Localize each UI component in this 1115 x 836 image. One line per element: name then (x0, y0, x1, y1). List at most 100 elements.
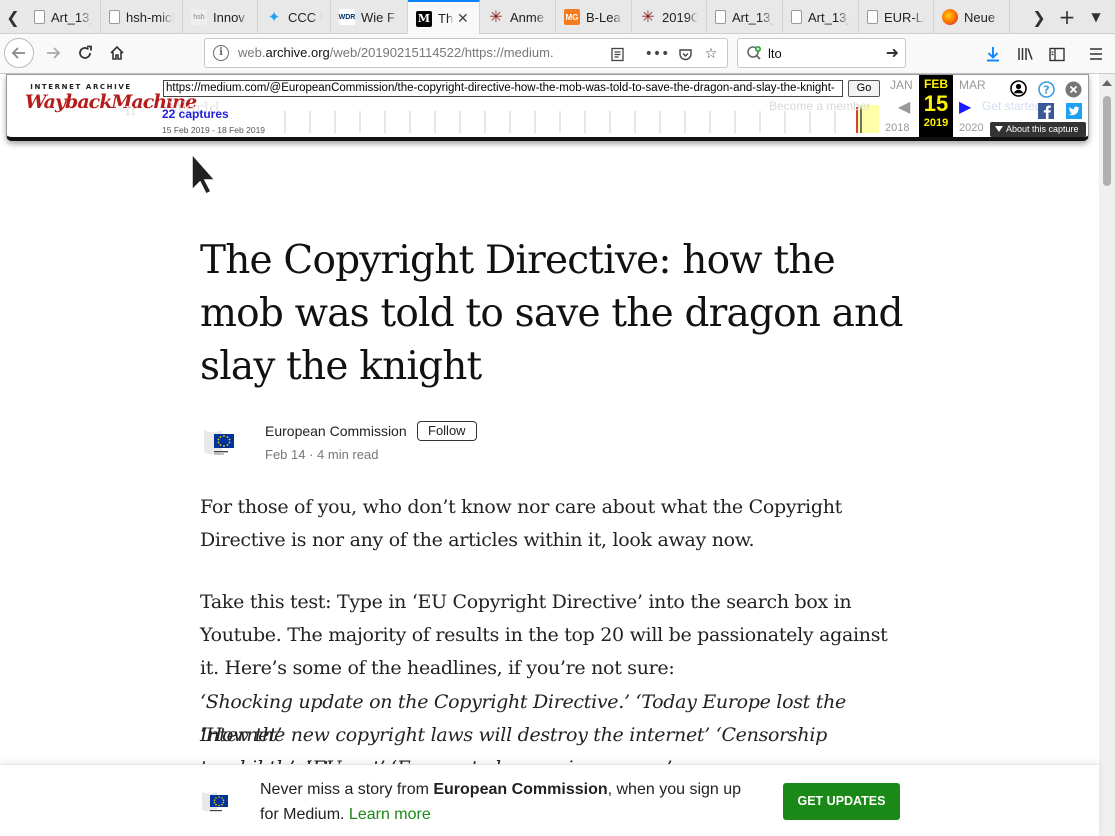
page-actions-icon[interactable]: ••• (645, 42, 670, 66)
browser-tab[interactable]: WDR Wie F (331, 0, 408, 34)
document-icon (791, 10, 802, 24)
author-name-link[interactable]: European Commission (265, 423, 407, 439)
help-icon[interactable]: ? (1038, 81, 1055, 98)
pocket-icon[interactable] (673, 42, 697, 66)
browser-tab[interactable]: M Th ✕ (408, 0, 480, 35)
browser-tab[interactable]: ✦ CCC U (258, 0, 331, 34)
scrollbar-thumb[interactable] (1103, 96, 1111, 186)
wayback-capture-range: 15 Feb 2019 - 18 Feb 2019 (162, 125, 266, 135)
article-meta: Feb 14 · 4 min read (265, 447, 379, 462)
site-info-icon[interactable]: i (213, 45, 229, 61)
facebook-icon[interactable] (1038, 103, 1054, 119)
new-tab-icon[interactable]: + (1056, 0, 1078, 34)
library-icon[interactable] (1013, 42, 1037, 66)
browser-tab[interactable]: MG B-Lea (556, 0, 632, 34)
banner-msg-bold: European Commission (433, 781, 608, 798)
browser-tab[interactable]: Art_13_ur (26, 0, 101, 34)
medium-icon: M (416, 10, 432, 27)
get-updates-button[interactable]: GET UPDATES (783, 783, 900, 820)
wayback-url-input[interactable]: https://medium.com/@EuropeanCommission/t… (163, 80, 843, 97)
wayback-prev-arrow-icon[interactable]: ◀ (898, 97, 910, 116)
wayback-cur-day: 15 (923, 91, 949, 116)
tab-title: Wie F (361, 9, 395, 25)
browser-tab[interactable]: ✳ 2019C (632, 0, 707, 34)
document-icon (34, 10, 45, 24)
wayback-current-capture: FEB 15 2019 (919, 75, 953, 137)
news-icon: hsh (191, 9, 207, 25)
ghost-get-started: Get started (982, 99, 1042, 113)
reload-button[interactable] (70, 38, 100, 68)
tab-title: B-Lea (586, 9, 621, 25)
home-button[interactable] (102, 38, 132, 68)
forward-arrow-icon (47, 47, 61, 59)
ghost-text-left: n (125, 100, 136, 120)
address-bar[interactable]: i web.archive.org/web/20190215114522/htt… (204, 38, 728, 68)
article-title: The Copyright Directive: how the mob was… (200, 238, 903, 389)
downloads-icon[interactable] (981, 42, 1005, 66)
wdr-icon: WDR (339, 9, 355, 25)
tab-title: CCC U (288, 9, 322, 25)
wayback-next-month[interactable]: MAR (959, 78, 986, 92)
wayback-next-arrow-icon[interactable]: ▶ (959, 97, 971, 116)
tab-title: Anme (510, 9, 544, 25)
user-icon[interactable] (1010, 80, 1027, 97)
search-go-arrow-icon[interactable]: ➜ (886, 43, 899, 62)
article-paragraph-1: For those of you, who don’t know nor car… (200, 496, 842, 551)
wayback-prev-month[interactable]: JAN (890, 78, 913, 92)
tab-title: Innov (213, 9, 245, 25)
wayback-prev-year[interactable]: 2018 (885, 122, 909, 134)
tab-title: EUR-Lex (884, 9, 925, 25)
browser-tab[interactable]: ✳ Anme (480, 0, 556, 34)
tab-title: Art_13_ur (51, 9, 92, 25)
search-engine-icon (747, 46, 761, 60)
browser-tab[interactable]: Art_13_ur (783, 0, 859, 34)
wayback-toolbar: INTERNET ARCHIVE WaybackMachine n World … (6, 74, 1089, 141)
close-tab-icon[interactable]: ✕ (457, 10, 471, 27)
document-icon (867, 10, 878, 24)
forward-button[interactable] (38, 38, 68, 68)
hamburger-menu-icon[interactable] (1084, 42, 1108, 66)
browser-tab[interactable]: hsh-mich (101, 0, 183, 34)
mouse-cursor-icon (191, 152, 216, 196)
tab-scroll-right-icon[interactable]: ❯ (1026, 0, 1052, 34)
reload-icon (79, 45, 92, 59)
page-scrollbar[interactable] (1099, 74, 1115, 836)
browser-tab[interactable]: Neue (934, 0, 1010, 34)
learn-more-link[interactable]: Learn more (349, 806, 431, 823)
search-input[interactable] (768, 44, 878, 62)
wayback-go-button[interactable]: Go (848, 80, 880, 97)
tab-title: Art_13_ur (732, 9, 774, 25)
wayback-next-year[interactable]: 2020 (959, 122, 983, 134)
wayback-cur-year: 2019 (923, 117, 949, 129)
browser-tab[interactable]: Art_13_ur (707, 0, 783, 34)
asterisk-icon: ✳ (641, 9, 655, 26)
banner-message: Never miss a story from European Commiss… (260, 777, 760, 827)
author-avatar[interactable] (202, 424, 248, 458)
ghost-become-member: Become a member (769, 99, 871, 113)
wayback-captures-link[interactable]: 22 captures (162, 107, 229, 121)
reader-view-icon[interactable] (605, 42, 629, 66)
about-this-capture-button[interactable]: About this capture (990, 122, 1086, 137)
svg-text:?: ? (1043, 84, 1049, 97)
article-quote-line-3: turned the internet’ ‘Europe to harmoniz… (200, 752, 910, 764)
tab-list-chevron-icon[interactable]: ▼ (1085, 0, 1107, 34)
close-icon[interactable] (1065, 81, 1082, 98)
document-icon (109, 10, 120, 24)
follow-button[interactable]: Follow (417, 421, 477, 441)
back-button[interactable] (4, 38, 34, 68)
tab-title: Neue (964, 9, 996, 25)
document-icon (715, 10, 726, 24)
browser-tab[interactable]: EUR-Lex (859, 0, 934, 34)
sidebar-toggle-icon[interactable] (1045, 42, 1069, 66)
wayback-logo-main: WaybackMachine (25, 91, 197, 113)
tab-scroll-left-icon[interactable]: ❮ (0, 0, 26, 34)
wayback-logo[interactable]: INTERNET ARCHIVE WaybackMachine (25, 83, 197, 113)
tab-title: Th (438, 11, 453, 26)
tab-title: Art_13_ur (808, 9, 850, 25)
bookmark-star-icon[interactable]: ☆ (699, 42, 723, 66)
browser-tab[interactable]: hsh Innov (183, 0, 258, 34)
scroll-up-icon[interactable] (1102, 80, 1112, 86)
home-icon (110, 45, 124, 60)
search-bar[interactable]: ➜ (737, 38, 906, 68)
twitter-icon[interactable] (1066, 103, 1082, 119)
